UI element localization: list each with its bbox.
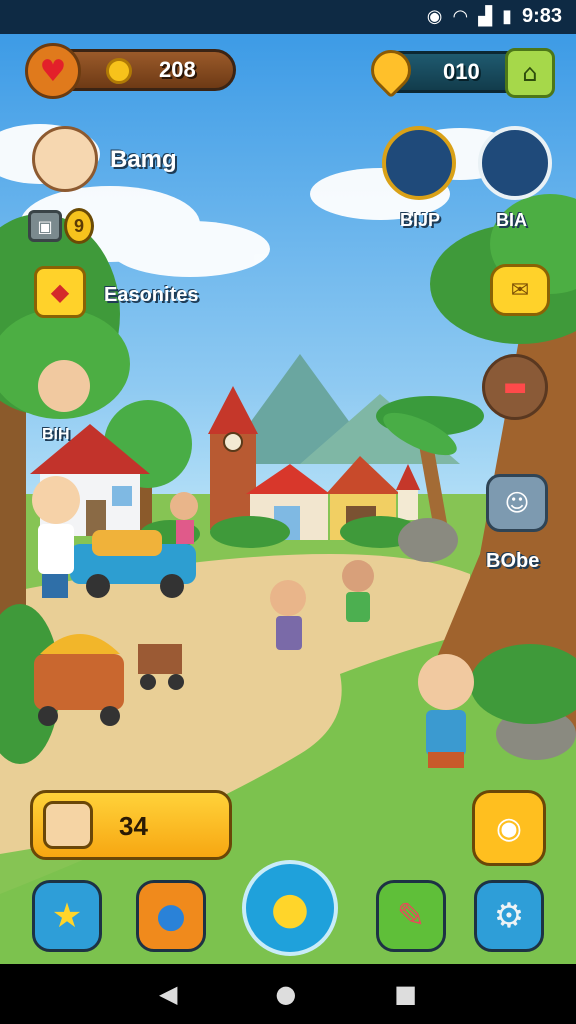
friend-avatar-2[interactable] (478, 126, 552, 200)
balloon-icon: ● (156, 896, 186, 936)
score-panel[interactable]: 34 (30, 790, 232, 860)
status-time: 9:83 (521, 5, 562, 27)
villager (38, 360, 90, 412)
game-screen[interactable]: ♥ 208 010 ⌂ Bamg ▣ 9 ◆ Easonites BIJP BI… (0, 34, 576, 964)
system-nav-bar: ◀ ● ■ (0, 964, 576, 1024)
score-avatar (43, 801, 93, 849)
balloon-button[interactable]: ● (136, 880, 206, 952)
home-icon[interactable]: ⌂ (505, 48, 555, 98)
robot-icon[interactable]: ☺ (486, 474, 548, 532)
coin-icon (106, 58, 132, 84)
npc-label: BIH (42, 426, 70, 443)
chat-icon: ● (270, 882, 310, 934)
friend-avatar-1[interactable] (382, 126, 456, 200)
star-button[interactable]: ★ (32, 880, 102, 952)
star-icon: ★ (51, 896, 83, 936)
status-bar: ◉ ◠ ▟ ▮ 9:83 (0, 0, 576, 34)
friend-label-1: BIJP (400, 210, 441, 230)
score-value: 34 (119, 811, 148, 841)
home-button[interactable]: ● (275, 980, 296, 1008)
chat-bubble-icon[interactable]: ✉ (490, 264, 550, 316)
wifi-icon: ◠ (452, 6, 469, 27)
favorites-button[interactable]: ◆ (34, 266, 86, 318)
settings-button[interactable]: ⚙ (474, 880, 544, 952)
gems-pill[interactable]: 010 ⌂ (362, 41, 555, 99)
gear-icon: ⚙ (493, 896, 525, 936)
player-avatar[interactable] (32, 126, 98, 192)
player-name: Bamg (110, 146, 177, 173)
coins-value: 208 (159, 57, 196, 82)
robot-label: BObe (486, 550, 540, 572)
coins-pill[interactable]: ♥ 208 (25, 43, 236, 99)
favorites-label: Easonites (104, 284, 199, 306)
friend-label-2: BIA (496, 210, 527, 230)
pen-button[interactable]: ✎ (376, 880, 446, 952)
heart-icon[interactable]: ♥ (25, 43, 81, 99)
back-button[interactable]: ◀ (159, 980, 177, 1008)
status-icons: ◉ ◠ ▟ ▮ 9:83 (427, 5, 562, 28)
eraser-icon[interactable]: ▬ (482, 354, 548, 420)
pen-icon: ✎ (396, 896, 426, 936)
chat-main-button[interactable]: ● (242, 860, 338, 956)
level-badge: 9 (64, 208, 94, 244)
signal-icon: ▟ (478, 6, 493, 27)
gems-value: 010 (443, 59, 480, 84)
camera-icon[interactable]: ◉ (472, 790, 546, 866)
recents-button[interactable]: ■ (394, 980, 417, 1008)
location-icon: ◉ (426, 6, 443, 27)
battery-icon: ▮ (502, 6, 512, 27)
lock-icon[interactable]: ▣ (28, 210, 62, 242)
